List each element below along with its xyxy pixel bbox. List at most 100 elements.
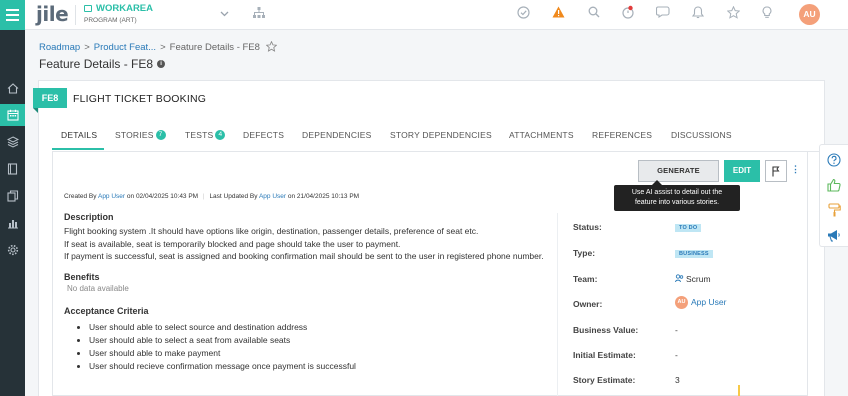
calendar-icon[interactable] [0, 104, 25, 126]
description-line: Flight booking system .It should have op… [64, 226, 479, 236]
app-logo[interactable]: jile [36, 2, 69, 26]
more-options-icon[interactable]: ⋮ [791, 164, 800, 175]
team-name: Scrum [686, 274, 711, 284]
audit-meta: Created By App User on 02/04/2025 10:43 … [64, 193, 359, 200]
tab-label: DISCUSSIONS [671, 130, 732, 140]
owner-name: App User [691, 296, 727, 307]
tooltip-line: Use AI assist to detail out the [631, 189, 723, 196]
documents-icon[interactable] [0, 185, 25, 207]
menu-icon[interactable] [0, 0, 25, 30]
layers-icon[interactable] [0, 131, 25, 153]
status-label: Status: [573, 222, 602, 232]
workarea-title: WORKAREA [96, 3, 153, 14]
workarea-selector[interactable]: WORKAREA PROGRAM (ART) [84, 3, 153, 24]
initial-estimate-value[interactable]: - [675, 350, 678, 360]
story-estimate-label: Story Estimate: [573, 375, 636, 385]
breadcrumb-product-features[interactable]: Product Feat... [94, 42, 156, 53]
tab-label: STORIES [115, 130, 154, 140]
search-icon[interactable] [586, 6, 602, 22]
list-item: User should able to select a seat from a… [89, 334, 548, 347]
user-avatar[interactable]: AU [799, 4, 820, 25]
description-line: If payment is successful, seat is assign… [64, 251, 544, 261]
business-value-label: Business Value: [573, 325, 639, 335]
chevron-down-icon[interactable] [220, 9, 229, 19]
book-icon[interactable] [0, 158, 25, 180]
story-estimate-value[interactable]: 3 [675, 375, 680, 385]
timer-icon[interactable] [620, 5, 636, 21]
bell-icon[interactable] [690, 6, 706, 22]
tab-label: STORY DEPENDENCIES [390, 130, 492, 140]
team-label: Team: [573, 274, 598, 284]
tab-bar: DETAILS STORIES 7 TESTS 4 DEFECTS DEPENDEN… [52, 120, 820, 152]
tab-label: ATTACHMENTS [509, 130, 574, 140]
lightbulb-icon[interactable] [759, 6, 775, 22]
benefits-empty: No data available [67, 283, 129, 293]
workarea-subtitle: PROGRAM (ART) [84, 17, 137, 24]
column-divider [557, 213, 558, 396]
owner-value[interactable]: AU App User [675, 296, 726, 309]
page-title: Feature Details - FE8 i [39, 57, 166, 71]
generate-stories-button[interactable]: GENERATE STORIES [638, 160, 719, 195]
badge-fold [33, 108, 38, 113]
divider: | [202, 193, 205, 200]
tab-attachments[interactable]: ATTACHMENTS [509, 130, 574, 140]
gear-icon[interactable] [0, 239, 25, 261]
breadcrumb-separator: > [84, 42, 90, 53]
team-icon [675, 274, 684, 283]
breadcrumb-separator: > [160, 42, 166, 53]
type-value[interactable]: BUSINESS [675, 247, 713, 258]
feature-name: FLIGHT TICKET BOOKING [73, 93, 207, 105]
tab-label: DEPENDENCIES [302, 130, 372, 140]
owner-label: Owner: [573, 299, 603, 309]
tab-stories[interactable]: STORIES 7 [115, 130, 166, 140]
tab-dependencies[interactable]: DEPENDENCIES [302, 130, 371, 140]
type-badge: BUSINESS [675, 250, 713, 258]
type-label: Type: [573, 248, 596, 258]
status-value[interactable]: TO DO [675, 221, 702, 232]
tab-references[interactable]: REFERENCES [592, 130, 652, 140]
megaphone-icon[interactable] [826, 227, 842, 243]
acceptance-list: User should able to select source and de… [89, 321, 548, 373]
divider [75, 5, 76, 25]
created-by-link[interactable]: App User [98, 193, 125, 200]
benefits-heading: Benefits [64, 271, 100, 282]
tab-discussions[interactable]: DISCUSSIONS [671, 130, 732, 140]
created-on: on 02/04/2025 10:43 PM [126, 193, 199, 200]
info-icon[interactable]: i [157, 60, 166, 68]
business-value[interactable]: - [675, 325, 678, 335]
ai-assist-tooltip: Use AI assist to detail out the feature … [614, 185, 740, 211]
tab-story-dependencies[interactable]: STORY DEPENDENCIES [390, 130, 492, 140]
thumbs-up-icon[interactable] [826, 177, 842, 193]
updated-by-link[interactable]: App User [259, 193, 286, 200]
owner-avatar: AU [675, 296, 688, 309]
flag-icon [772, 166, 780, 176]
home-icon[interactable] [0, 77, 25, 99]
breadcrumb-current: Feature Details - FE8 [169, 42, 260, 53]
tests-count-badge: 4 [215, 130, 226, 140]
hierarchy-icon[interactable] [253, 7, 265, 22]
flag-button[interactable] [765, 160, 787, 182]
star-icon[interactable] [725, 5, 741, 22]
paint-roller-icon[interactable] [826, 202, 842, 218]
feature-id-badge: FE8 [33, 88, 67, 108]
description-line: If seat is available, seat is temporaril… [64, 238, 401, 249]
edit-button[interactable]: EDIT [724, 160, 760, 182]
updated-label: Last Updated By [209, 193, 258, 200]
help-icon[interactable] [826, 152, 842, 168]
team-value[interactable]: Scrum [675, 274, 711, 284]
warning-icon[interactable] [550, 6, 566, 22]
feature-content: Description Flight booking system .It sh… [64, 212, 548, 373]
favorite-star-icon[interactable] [265, 40, 278, 55]
description-body: Flight booking system .It should have op… [64, 225, 548, 263]
top-bar: jile WORKAREA PROGRAM (ART) AU [0, 0, 848, 30]
bar-chart-icon[interactable] [0, 212, 25, 234]
tab-tests[interactable]: TESTS 4 [185, 130, 226, 140]
tab-details[interactable]: DETAILS [61, 130, 97, 140]
tab-defects[interactable]: DEFECTS [243, 130, 284, 140]
breadcrumb-roadmap[interactable]: Roadmap [39, 42, 80, 53]
chat-icon[interactable] [655, 6, 671, 22]
check-circle-icon[interactable] [515, 6, 531, 22]
tab-label: DEFECTS [243, 130, 285, 140]
tab-label: TESTS [185, 130, 214, 140]
sidebar [0, 30, 25, 396]
